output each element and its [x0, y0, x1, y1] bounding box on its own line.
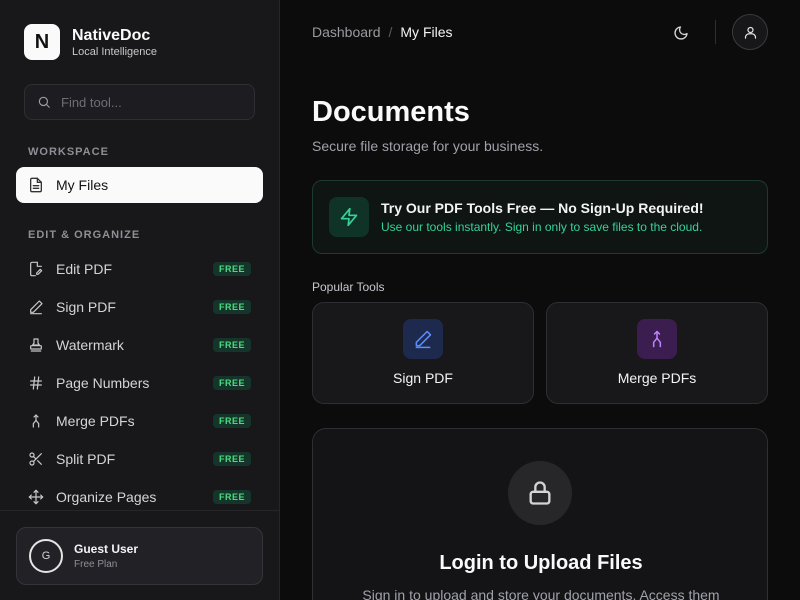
sidebar-item-label: Page Numbers — [56, 375, 150, 391]
profile-button[interactable] — [732, 14, 768, 50]
edit-organize-section-label: EDIT & ORGANIZE — [28, 229, 141, 241]
merge-icon — [32, 414, 40, 428]
free-badge: FREE — [212, 300, 251, 314]
sidebar-item-label: Sign PDF — [56, 299, 116, 315]
sidebar-item-sign-pdf[interactable]: Sign PDF FREE — [16, 288, 263, 326]
lightning-icon — [340, 207, 358, 227]
tool-label: Sign PDF — [393, 370, 453, 386]
page-subtitle: Secure file storage for your business. — [312, 138, 544, 154]
sidebar-item-label: Edit PDF — [56, 261, 113, 277]
pen-icon — [30, 300, 43, 315]
breadcrumb-separator: / — [388, 24, 393, 40]
tool-icon-box — [637, 319, 677, 359]
promo-description: Use our tools instantly. Sign in only to… — [381, 220, 703, 234]
sidebar-item-split-pdf[interactable]: Split PDF FREE — [16, 440, 263, 478]
avatar: G — [29, 539, 63, 573]
edit-file-icon — [30, 261, 43, 277]
brand-logo: N — [24, 24, 60, 60]
user-plan: Free Plan — [74, 559, 118, 570]
tool-nav-list: Edit PDF FREE Sign PDF FREE Watermark FR… — [16, 250, 263, 516]
user-text: Guest User Free Plan — [74, 542, 138, 570]
brand-text: NativeDoc Local Intelligence — [72, 26, 157, 59]
workspace-section-label: WORKSPACE — [28, 146, 109, 158]
header-divider — [715, 20, 716, 44]
user-icon — [744, 26, 756, 39]
move-icon — [28, 489, 44, 505]
tool-icon-box — [403, 319, 443, 359]
brand[interactable]: N NativeDoc Local Intelligence — [24, 24, 157, 60]
lock-icon — [529, 481, 551, 505]
page-title: Documents — [312, 96, 470, 128]
sidebar-item-label: Merge PDFs — [56, 413, 135, 429]
tool-label: Merge PDFs — [617, 370, 697, 386]
sidebar-item-label: Watermark — [56, 337, 124, 353]
sidebar-item-label: Split PDF — [56, 451, 116, 467]
sidebar-item-edit-pdf[interactable]: Edit PDF FREE — [16, 250, 263, 288]
tool-card-sign-pdf[interactable]: Sign PDF — [312, 302, 534, 404]
search-icon — [38, 96, 50, 108]
theme-toggle-button[interactable] — [670, 22, 692, 44]
sidebar-item-label: My Files — [56, 177, 109, 193]
hash-icon — [30, 376, 42, 390]
merge-icon — [652, 330, 662, 348]
free-badge: FREE — [212, 490, 251, 504]
sidebar-item-page-numbers[interactable]: Page Numbers FREE — [16, 364, 263, 402]
upload-card: Login to Upload Files Sign in to upload … — [312, 428, 768, 600]
sidebar-item-label: Organize Pages — [56, 489, 157, 505]
brand-tagline: Local Intelligence — [72, 45, 158, 58]
popular-tools-label: Popular Tools — [312, 280, 385, 294]
promo-banner[interactable]: Try Our PDF Tools Free — No Sign-Up Requ… — [312, 180, 768, 254]
promo-text: Try Our PDF Tools Free — No Sign-Up Requ… — [381, 200, 704, 234]
free-badge: FREE — [212, 452, 251, 466]
user-area: G Guest User Free Plan — [0, 510, 279, 600]
sidebar: N NativeDoc Local Intelligence WORKSPACE… — [0, 0, 280, 600]
file-text-icon — [30, 177, 42, 193]
main-content: Dashboard / My Files Documents Secure fi… — [280, 0, 800, 600]
scissors-icon — [29, 452, 42, 466]
tool-search[interactable] — [24, 84, 255, 120]
breadcrumb-current: My Files — [400, 24, 453, 40]
moon-icon — [674, 26, 688, 40]
sidebar-item-merge-pdfs[interactable]: Merge PDFs FREE — [16, 402, 263, 440]
promo-icon-box — [329, 197, 369, 237]
upload-description: Sign in to upload and store your documen… — [362, 587, 720, 600]
pen-icon — [415, 330, 432, 349]
free-badge: FREE — [212, 338, 251, 352]
tool-card-merge-pdfs[interactable]: Merge PDFs — [546, 302, 768, 404]
search-input[interactable] — [61, 94, 241, 110]
upload-title: Login to Upload Files — [439, 552, 643, 574]
lock-icon-circle — [508, 461, 572, 525]
sidebar-item-watermark[interactable]: Watermark FREE — [16, 326, 263, 364]
free-badge: FREE — [212, 376, 251, 390]
breadcrumb-dashboard-link[interactable]: Dashboard — [312, 24, 381, 40]
stamp-icon — [30, 338, 42, 352]
user-name: Guest User — [74, 542, 139, 556]
free-badge: FREE — [212, 262, 251, 276]
free-badge: FREE — [212, 414, 251, 428]
user-card[interactable]: G Guest User Free Plan — [16, 527, 263, 585]
breadcrumb: Dashboard / My Files — [312, 24, 453, 40]
promo-title: Try Our PDF Tools Free — No Sign-Up Requ… — [381, 200, 704, 216]
sidebar-item-my-files[interactable]: My Files — [16, 167, 263, 203]
brand-name: NativeDoc — [72, 26, 151, 44]
